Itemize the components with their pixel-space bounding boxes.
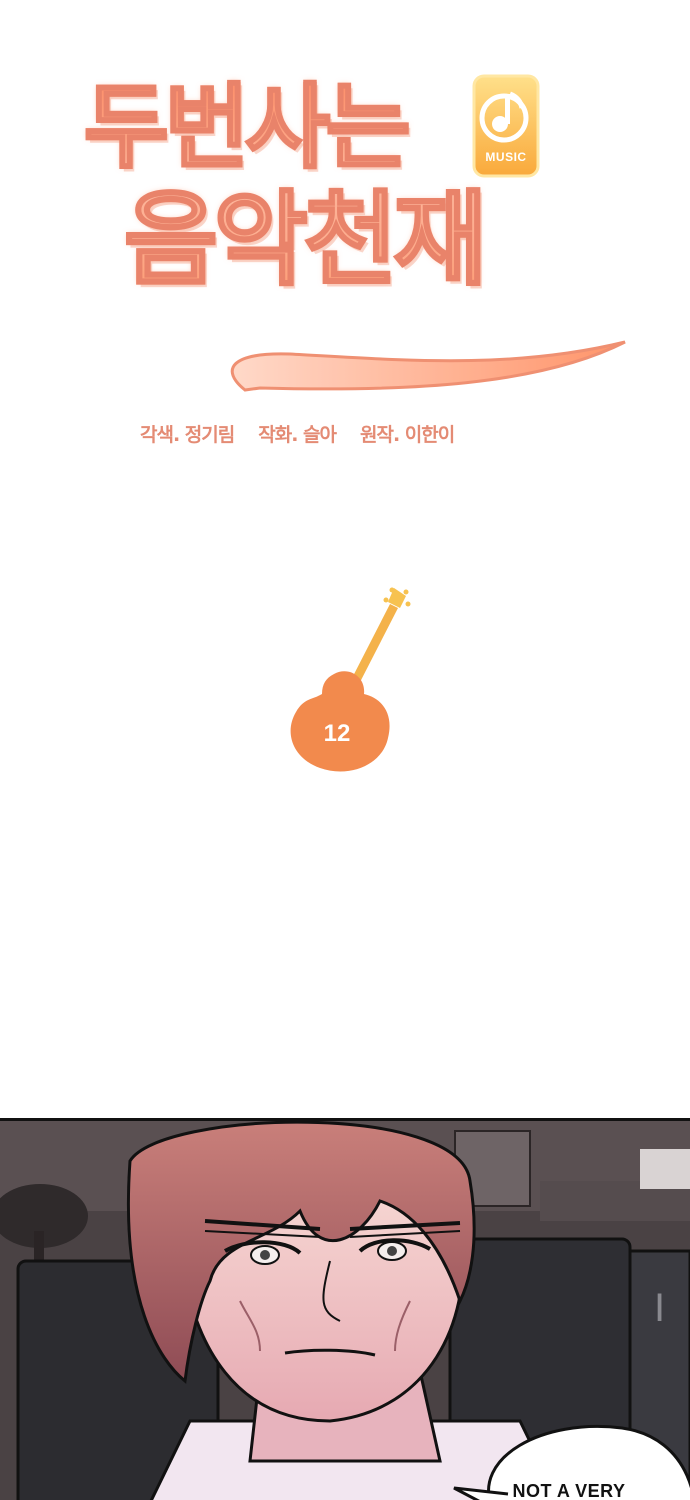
music-note-icon — [472, 74, 540, 178]
music-badge-label: MUSIC — [485, 150, 527, 164]
credit-adaptation: 각색. 정기림 — [140, 424, 235, 446]
episode-number: 12 — [323, 720, 351, 747]
svg-text:I: I — [654, 1286, 665, 1330]
title-line-1: 두번사는 — [83, 74, 413, 181]
music-badge: MUSIC — [470, 72, 542, 182]
series-title-logo: 두번사는 음악천재 MUSIC — [70, 70, 640, 410]
speech-bubble-text: NOT A VERY — [512, 1481, 626, 1500]
credit-art: 작화. 슬아 — [258, 424, 337, 446]
credits: 각색. 정기림 작화. 슬아 원작. 이한이 — [140, 420, 560, 447]
title-line-2: 음악천재 — [122, 181, 488, 300]
webtoon-page: 두번사는 음악천재 MUSIC 각색. 정기림 작화. 슬아 원작. 이한이 1… — [0, 0, 690, 1500]
guitar-icon — [290, 587, 411, 772]
credit-original: 원작. 이한이 — [360, 424, 455, 446]
